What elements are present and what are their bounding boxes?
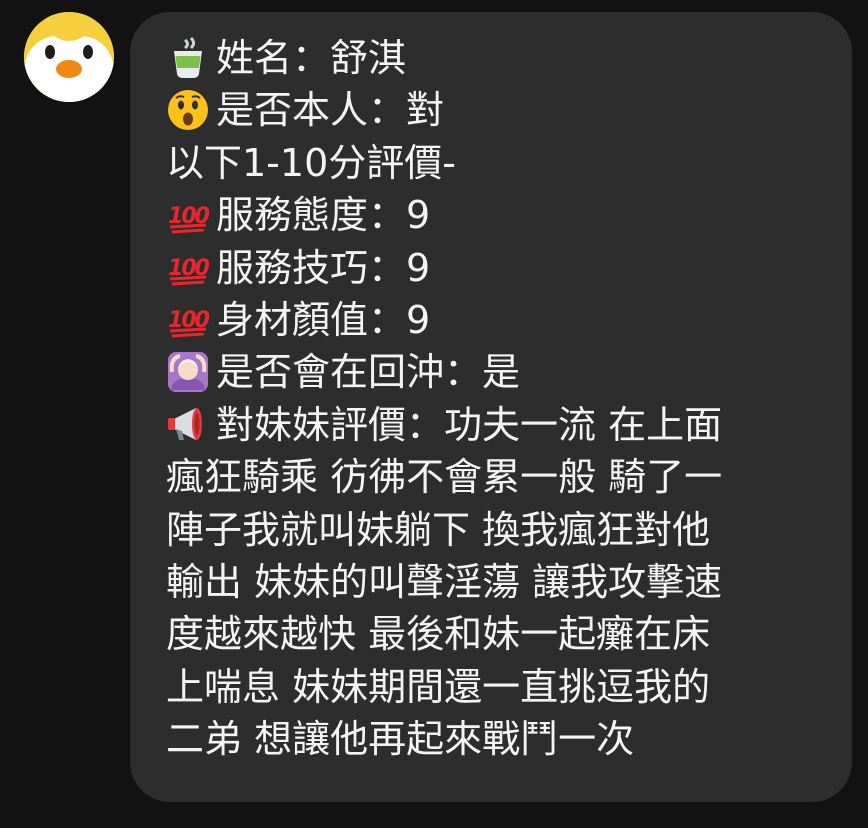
message-line-text: 上喘息 妹妹期間還一直挑逗我的 xyxy=(166,664,711,709)
message-line-text: 以下1-10分評價- xyxy=(166,140,456,185)
person-ok-gesture-icon xyxy=(166,350,210,394)
hundred-points-icon: 100 xyxy=(166,297,210,341)
message-line-text: 輸出 妹妹的叫聲淫蕩 讓我攻擊速 xyxy=(166,559,723,604)
message-line: 以下1-10分評價- xyxy=(166,137,852,189)
astonished-face-icon xyxy=(166,88,210,132)
hundred-points-icon: 100 xyxy=(166,245,210,289)
message-line: 是否本人：對 xyxy=(166,84,852,136)
penguin-avatar-icon xyxy=(24,12,114,102)
message-line: 100 身材顏值：9 xyxy=(166,294,852,346)
message-line-text: 是否本人：對 xyxy=(216,88,445,133)
message-line: 對妹妹評價：功夫一流 在上面 xyxy=(166,399,852,451)
message-line-text: 陣子我就叫妹躺下 換我瘋狂對他 xyxy=(166,507,711,552)
message-line-text: 服務態度：9 xyxy=(216,193,431,238)
message-line: 輸出 妹妹的叫聲淫蕩 讓我攻擊速 xyxy=(166,556,852,608)
message-line: 是否會在回沖：是 xyxy=(166,346,852,398)
message-line-text: 是否會在回沖：是 xyxy=(216,350,521,395)
message-line: 100 服務技巧：9 xyxy=(166,242,852,294)
message-line: 上喘息 妹妹期間還一直挑逗我的 xyxy=(166,661,852,713)
teacup-icon xyxy=(166,36,210,80)
message-line-text: 瘋狂騎乘 彷彿不會累一般 騎了一 xyxy=(166,455,723,500)
message-line-text: 對妹妹評價：功夫一流 在上面 xyxy=(216,402,723,447)
message-line: 100 服務態度：9 xyxy=(166,189,852,241)
message-line-text: 身材顏值：9 xyxy=(216,297,431,342)
message-line-text: 服務技巧：9 xyxy=(216,245,431,290)
message-line: 姓名：舒淇 xyxy=(166,32,852,84)
message-line: 瘋狂騎乘 彷彿不會累一般 騎了一 xyxy=(166,451,852,503)
megaphone-icon xyxy=(166,402,210,446)
message-line: 二弟 想讓他再起來戰鬥一次 xyxy=(166,713,852,765)
message-line-text: 姓名：舒淇 xyxy=(216,36,407,80)
message-line-text: 二弟 想讓他再起來戰鬥一次 xyxy=(166,717,635,762)
chat-message-bubble[interactable]: 姓名：舒淇 是否本人：對 以下1-10分評價- 100 服務態度：9 100 服… xyxy=(130,12,852,802)
hundred-points-icon: 100 xyxy=(166,193,210,237)
avatar[interactable] xyxy=(24,12,114,102)
message-line-text: 度越來越快 最後和妹一起癱在床 xyxy=(166,612,711,657)
message-line: 陣子我就叫妹躺下 換我瘋狂對他 xyxy=(166,504,852,556)
message-line: 度越來越快 最後和妹一起癱在床 xyxy=(166,608,852,660)
